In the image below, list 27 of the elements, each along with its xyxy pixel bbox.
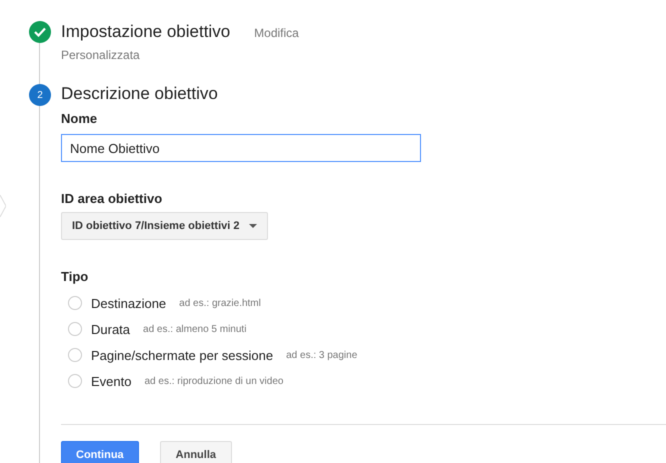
step-number: 2: [29, 84, 51, 106]
step-title: Impostazione obiettivo: [61, 21, 230, 43]
step-title: Descrizione obiettivo: [61, 83, 218, 105]
option-hint: ad es.: riproduzione di un video: [144, 376, 284, 386]
radio-button[interactable]: [68, 322, 82, 336]
field-label: Tipo: [61, 269, 90, 284]
option-hint: ad es.: almeno 5 minuti: [143, 324, 246, 334]
option-hint: ad es.: 3 pagine: [286, 350, 358, 360]
radio-button[interactable]: [68, 374, 82, 388]
radio-button[interactable]: [68, 296, 82, 310]
caret-icon: [249, 224, 258, 228]
step-summary: Personalizzata: [61, 48, 141, 62]
option-label: Durata: [91, 322, 130, 336]
cancel-button[interactable]: Annulla: [160, 441, 232, 463]
option-label: Evento: [91, 374, 132, 388]
name-input-field[interactable]: Nome Obiettivo: [61, 134, 421, 162]
field-label: Nome: [61, 111, 98, 126]
edit-link[interactable]: Modifica: [254, 26, 299, 40]
field-label: ID area obiettivo: [61, 191, 164, 206]
continue-button[interactable]: Continua: [61, 441, 139, 463]
chevron-icon: [0, 195, 6, 217]
check-icon: [29, 21, 51, 43]
option-hint: ad es.: grazie.html: [179, 298, 261, 308]
option-label: Pagine/schermate per sessione: [91, 348, 274, 362]
option-label: Destinazione: [91, 296, 166, 310]
goal-slot-dropdown[interactable]: ID obiettivo 7/Insieme obiettivi 2: [61, 212, 268, 240]
radio-button[interactable]: [68, 348, 82, 362]
